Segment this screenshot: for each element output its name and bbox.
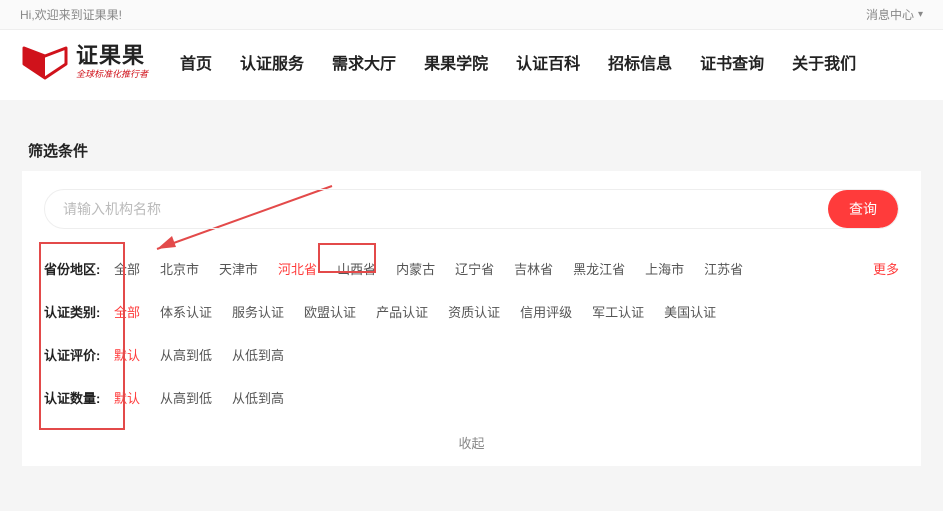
logo-icon: [22, 44, 68, 80]
rating-opt-default[interactable]: 默认: [114, 345, 140, 364]
filter-panel: 筛选条件 查询 省份地区: 全部 北京市 天津市 河北省 山西省 内蒙古 辽宁省: [22, 120, 921, 423]
nav-wiki[interactable]: 认证百科: [516, 50, 580, 74]
filter-row-count: 认证数量: 默认 从高到低 从低到高: [44, 376, 899, 419]
category-label: 认证类别:: [44, 302, 114, 321]
rating-opt-desc[interactable]: 从高到低: [160, 345, 212, 364]
collapse-bar: 收起: [22, 423, 921, 466]
header: 证果果 全球标准化推行者 首页 认证服务 需求大厅 果果学院 认证百科 招标信息…: [0, 30, 943, 100]
region-opt-all[interactable]: 全部: [114, 259, 140, 278]
count-opt-desc[interactable]: 从高到低: [160, 388, 212, 407]
message-center-link[interactable]: 消息中心 ▾: [866, 6, 923, 23]
filter-row-category: 认证类别: 全部 体系认证 服务认证 欧盟认证 产品认证 资质认证 信用评级 军…: [44, 290, 899, 333]
category-opt-usa[interactable]: 美国认证: [664, 302, 716, 321]
region-opt-shanxi[interactable]: 山西省: [337, 259, 376, 278]
category-opt-military[interactable]: 军工认证: [592, 302, 644, 321]
nav-home[interactable]: 首页: [180, 50, 212, 74]
count-opt-default[interactable]: 默认: [114, 388, 140, 407]
nav-cert-search[interactable]: 证书查询: [700, 50, 764, 74]
filter-row-region: 省份地区: 全部 北京市 天津市 河北省 山西省 内蒙古 辽宁省 吉林省 黑龙江…: [44, 247, 899, 290]
region-opt-jilin[interactable]: 吉林省: [514, 259, 553, 278]
nav-academy[interactable]: 果果学院: [424, 50, 488, 74]
category-opt-product[interactable]: 产品认证: [376, 302, 428, 321]
region-opt-shanghai[interactable]: 上海市: [645, 259, 684, 278]
top-bar: Hi,欢迎来到证果果! 消息中心 ▾: [0, 0, 943, 30]
filter-row-rating: 认证评价: 默认 从高到低 从低到高: [44, 333, 899, 376]
spacer: [0, 100, 943, 120]
category-opt-credit[interactable]: 信用评级: [520, 302, 572, 321]
region-opt-jiangsu[interactable]: 江苏省: [704, 259, 743, 278]
region-opt-hebei[interactable]: 河北省: [278, 259, 317, 278]
region-more-link[interactable]: 更多: [873, 259, 899, 278]
region-opt-beijing[interactable]: 北京市: [160, 259, 199, 278]
category-opt-service[interactable]: 服务认证: [232, 302, 284, 321]
filter-title: 筛选条件: [22, 120, 921, 171]
category-opt-qualification[interactable]: 资质认证: [448, 302, 500, 321]
count-opt-asc[interactable]: 从低到高: [232, 388, 284, 407]
region-label: 省份地区:: [44, 259, 114, 278]
logo-text: 证果果 全球标准化推行者: [76, 45, 148, 79]
main-nav: 首页 认证服务 需求大厅 果果学院 认证百科 招标信息 证书查询 关于我们: [180, 50, 856, 74]
category-options: 全部 体系认证 服务认证 欧盟认证 产品认证 资质认证 信用评级 军工认证 美国…: [114, 302, 899, 321]
search-button[interactable]: 查询: [828, 190, 898, 228]
logo-subtitle: 全球标准化推行者: [76, 70, 148, 79]
filter-rows: 省份地区: 全部 北京市 天津市 河北省 山西省 内蒙古 辽宁省 吉林省 黑龙江…: [44, 247, 899, 423]
count-label: 认证数量:: [44, 388, 114, 407]
region-opt-heilongjiang[interactable]: 黑龙江省: [573, 259, 625, 278]
nav-demand[interactable]: 需求大厅: [332, 50, 396, 74]
welcome-text: Hi,欢迎来到证果果!: [20, 6, 122, 23]
logo[interactable]: 证果果 全球标准化推行者: [22, 44, 148, 80]
chevron-down-icon: ▾: [918, 9, 923, 20]
region-opt-liaoning[interactable]: 辽宁省: [455, 259, 494, 278]
filter-body: 查询 省份地区: 全部 北京市 天津市 河北省 山西省 内蒙古 辽宁省 吉林省 …: [22, 171, 921, 423]
rating-label: 认证评价:: [44, 345, 114, 364]
region-opt-neimenggu[interactable]: 内蒙古: [396, 259, 435, 278]
logo-title: 证果果: [76, 45, 148, 67]
region-options: 全部 北京市 天津市 河北省 山西省 内蒙古 辽宁省 吉林省 黑龙江省 上海市 …: [114, 259, 899, 278]
message-center-label: 消息中心: [866, 6, 914, 23]
rating-options: 默认 从高到低 从低到高: [114, 345, 899, 364]
search-input[interactable]: [45, 201, 828, 217]
category-opt-eu[interactable]: 欧盟认证: [304, 302, 356, 321]
region-opt-tianjin[interactable]: 天津市: [219, 259, 258, 278]
nav-cert-service[interactable]: 认证服务: [240, 50, 304, 74]
category-opt-system[interactable]: 体系认证: [160, 302, 212, 321]
search-row: 查询: [44, 189, 899, 229]
nav-bidding[interactable]: 招标信息: [608, 50, 672, 74]
collapse-button[interactable]: 收起: [440, 429, 502, 456]
rating-opt-asc[interactable]: 从低到高: [232, 345, 284, 364]
nav-about[interactable]: 关于我们: [792, 50, 856, 74]
count-options: 默认 从高到低 从低到高: [114, 388, 899, 407]
category-opt-all[interactable]: 全部: [114, 302, 140, 321]
